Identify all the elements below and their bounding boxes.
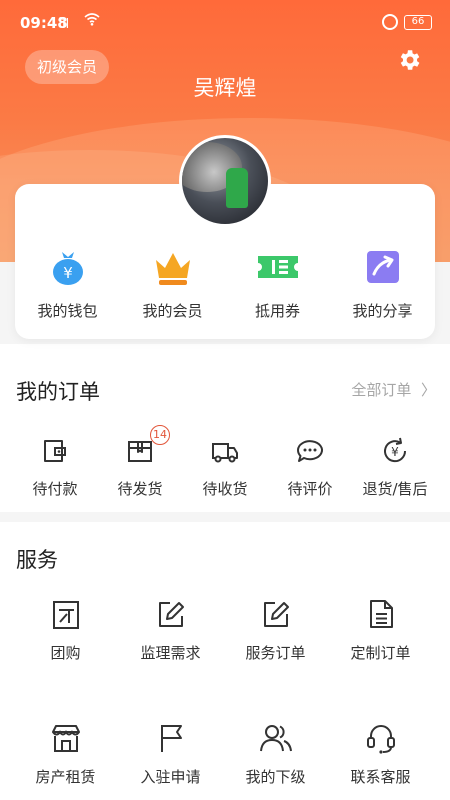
order-label: 退货/售后 — [362, 480, 428, 498]
all-orders-label: 全部订单 — [351, 381, 412, 399]
store-icon — [51, 725, 80, 752]
group-buy-icon — [52, 601, 79, 629]
order-count-badge: 14 — [150, 425, 170, 445]
status-time: 09:48 — [20, 14, 68, 32]
svg-text:¥: ¥ — [63, 264, 73, 282]
service-label: 入驻申请 — [140, 768, 201, 786]
service-label: 服务订单 — [245, 644, 306, 662]
service-settle-application[interactable]: 入驻申请 — [118, 722, 223, 787]
username: 吴辉煌 — [193, 76, 257, 100]
order-pending-payment[interactable]: 待付款 — [10, 436, 100, 499]
order-label: 待付款 — [32, 480, 78, 498]
service-customer-support[interactable]: 联系客服 — [328, 722, 433, 787]
order-label: 待发货 — [117, 480, 163, 498]
document-icon — [369, 600, 393, 628]
service-label: 定制订单 — [350, 644, 411, 662]
order-label: 待评价 — [287, 480, 333, 498]
wallet-button[interactable]: ¥ 我的钱包 — [15, 248, 120, 321]
membership-button[interactable]: 我的会员 — [120, 248, 225, 321]
service-property-rental[interactable]: 房产租赁 — [13, 722, 118, 787]
order-after-sales[interactable]: ¥ 退货/售后 — [350, 436, 440, 499]
order-pending-review[interactable]: 待评价 — [265, 436, 355, 499]
edit-doc-icon — [263, 602, 289, 627]
avatar[interactable] — [179, 135, 271, 227]
coupon-button[interactable]: 抵用券 — [225, 248, 330, 321]
order-label: 待收货 — [202, 480, 248, 498]
signal-icon: ᪲ıl — [62, 17, 70, 32]
order-pending-receipt[interactable]: 待收货 — [180, 436, 270, 499]
wallet-icon — [44, 440, 66, 462]
share-icon — [366, 251, 399, 283]
orders-title: 我的订单 — [16, 380, 100, 404]
alarm-icon — [382, 14, 398, 30]
comment-icon — [296, 440, 323, 462]
truck-icon — [212, 443, 238, 463]
status-bar: 09:48 ᪲ıl 66 — [0, 0, 450, 48]
quick-action-label: 我的会员 — [142, 302, 203, 320]
battery-icon: 66 — [404, 15, 432, 30]
gear-icon[interactable] — [396, 47, 422, 73]
package-icon — [128, 441, 152, 462]
service-label: 团购 — [50, 644, 81, 662]
headset-icon — [366, 725, 395, 754]
service-subordinates[interactable]: 我的下级 — [223, 722, 328, 787]
service-label: 联系客服 — [350, 768, 411, 786]
flag-icon — [160, 725, 182, 752]
all-orders-link[interactable]: 全部订单 〉 — [351, 379, 436, 400]
quick-action-label: 抵用券 — [254, 302, 300, 320]
coupon-icon — [257, 256, 298, 278]
share-button[interactable]: 我的分享 — [330, 248, 435, 321]
service-supervision[interactable]: 监理需求 — [118, 598, 223, 663]
order-pending-shipment[interactable]: 14 待发货 — [95, 425, 185, 499]
services-title: 服务 — [16, 548, 58, 572]
edit-icon — [158, 602, 184, 627]
quick-action-label: 我的分享 — [352, 302, 413, 320]
services-section: 服务 团购 监理需求 服务订单 定制订单 房产租赁 入驻申请 我的下级 联系客服 — [0, 522, 450, 800]
orders-section: 我的订单 全部订单 〉 待付款 14 待发货 待收货 待评价 ¥ 退货/售后 — [0, 344, 450, 512]
service-label: 监理需求 — [140, 644, 201, 662]
service-orders[interactable]: 服务订单 — [223, 598, 328, 663]
service-label: 我的下级 — [245, 768, 306, 786]
service-custom-orders[interactable]: 定制订单 — [328, 598, 433, 663]
quick-action-label: 我的钱包 — [37, 302, 98, 320]
avatar-image — [226, 168, 248, 208]
wifi-icon — [84, 13, 100, 30]
service-group-buy[interactable]: 团购 — [13, 598, 118, 663]
users-icon — [259, 725, 292, 752]
crown-icon — [155, 253, 190, 285]
service-label: 房产租赁 — [35, 768, 96, 786]
svg-text:¥: ¥ — [391, 445, 399, 459]
chevron-right-icon: 〉 — [416, 381, 436, 399]
refund-icon: ¥ — [384, 437, 407, 463]
money-bag-icon: ¥ — [52, 252, 83, 285]
